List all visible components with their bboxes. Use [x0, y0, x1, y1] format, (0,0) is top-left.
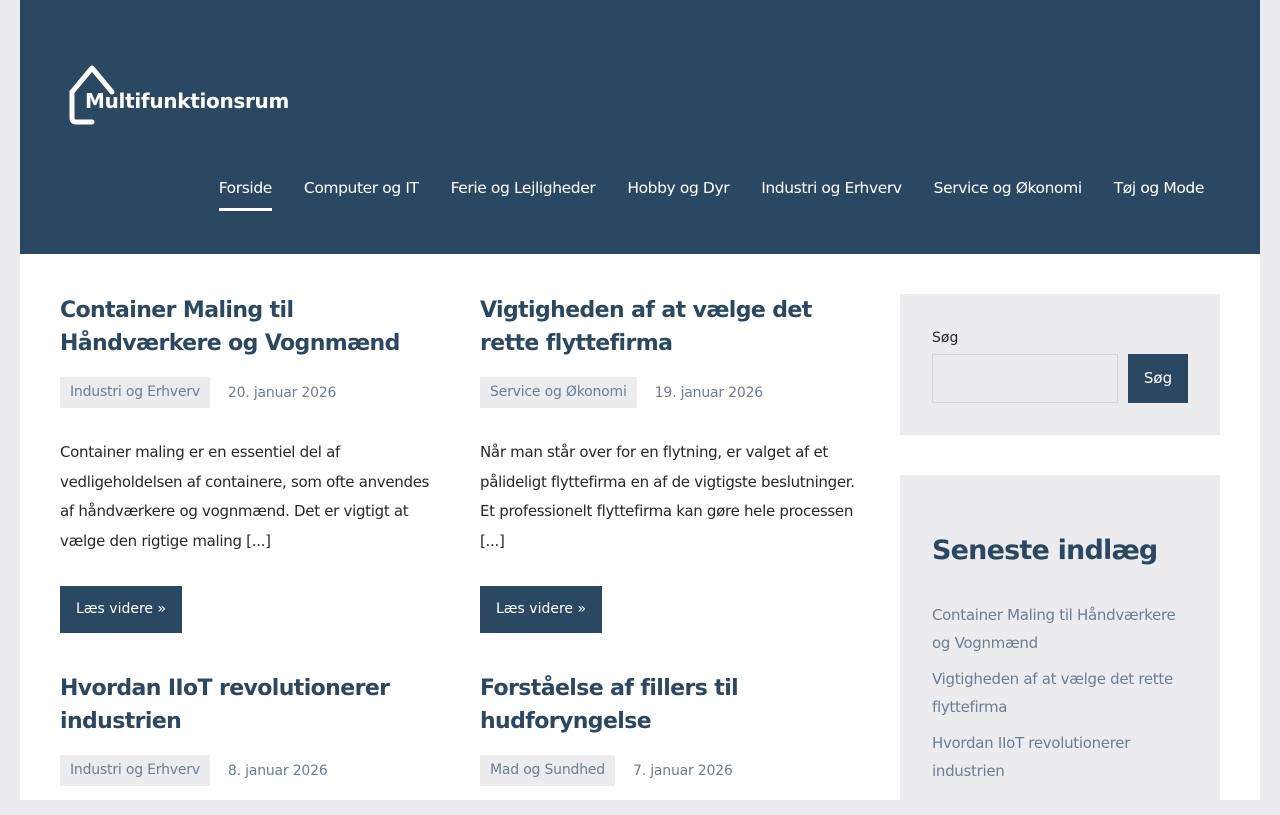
- nav-item-hobby-og-dyr[interactable]: Hobby og Dyr: [627, 176, 729, 211]
- post-date[interactable]: 8. januar 2026: [228, 763, 328, 779]
- post-card: Vigtigheden af at vælge det rette flytte…: [480, 294, 860, 634]
- site-logo[interactable]: Multifunktionsrum: [68, 64, 308, 128]
- search-label: Søg: [932, 330, 959, 346]
- search-input[interactable]: [932, 354, 1118, 403]
- main-nav: Forside Computer og IT Ferie og Lejlighe…: [218, 176, 1205, 211]
- category-tag[interactable]: Industri og Erhverv: [60, 755, 210, 786]
- category-tag[interactable]: Industri og Erhverv: [60, 377, 210, 408]
- search-button[interactable]: Søg: [1128, 354, 1188, 403]
- post-date[interactable]: 20. januar 2026: [228, 385, 337, 401]
- category-tag[interactable]: Mad og Sundhed: [480, 755, 615, 786]
- post-meta: Mad og Sundhed 7. januar 2026: [480, 755, 860, 786]
- post-date[interactable]: 7. januar 2026: [633, 763, 733, 779]
- site-header: Multifunktionsrum Forside Computer og IT…: [20, 0, 1260, 254]
- post-card: Forståelse af fillers til hudforyngelse …: [480, 672, 860, 786]
- recent-posts-widget: Seneste indlæg Container Maling til Hånd…: [900, 475, 1220, 815]
- post-meta: Industri og Erhverv 20. januar 2026: [60, 377, 440, 408]
- recent-post-link[interactable]: Container Maling til Håndværkere og Vogn…: [932, 601, 1192, 657]
- category-tag[interactable]: Service og Økonomi: [480, 377, 637, 408]
- recent-post-link[interactable]: Hvordan IIoT revolutionerer industrien: [932, 729, 1192, 785]
- nav-item-ferie-og-lejligheder[interactable]: Ferie og Lejligheder: [451, 176, 596, 211]
- nav-item-toj-og-mode[interactable]: Tøj og Mode: [1114, 176, 1205, 211]
- post-excerpt: Når man står over for en flytning, er va…: [480, 443, 855, 550]
- page: Multifunktionsrum Forside Computer og IT…: [20, 0, 1260, 815]
- post-card: Hvordan IIoT revolutionerer industrien I…: [60, 672, 440, 786]
- recent-posts-list: Container Maling til Håndværkere og Vogn…: [932, 601, 1192, 793]
- post-title[interactable]: Forståelse af fillers til hudforyngelse: [480, 672, 860, 738]
- logo-text: Multifunktionsrum: [85, 89, 290, 113]
- post-date[interactable]: 19. januar 2026: [655, 385, 764, 401]
- read-more-button[interactable]: Læs videre »: [60, 586, 183, 634]
- post-title[interactable]: Hvordan IIoT revolutionerer industrien: [60, 672, 440, 738]
- post-title[interactable]: Vigtigheden af at vælge det rette flytte…: [480, 294, 860, 360]
- nav-item-industri-og-erhverv[interactable]: Industri og Erhverv: [761, 176, 902, 211]
- nav-item-service-og-okonomi[interactable]: Service og Økonomi: [934, 176, 1082, 211]
- recent-post-link[interactable]: Vigtigheden af at vælge det rette flytte…: [932, 665, 1192, 721]
- search-widget: Søg Søg: [900, 294, 1220, 435]
- nav-item-forside[interactable]: Forside: [218, 176, 272, 211]
- post-excerpt: Container maling er en essentiel del af …: [60, 443, 430, 550]
- post-card: Container Maling til Håndværkere og Vogn…: [60, 294, 440, 634]
- post-meta: Industri og Erhverv 8. januar 2026: [60, 755, 440, 786]
- recent-posts-title: Seneste indlæg: [932, 535, 1158, 566]
- post-title[interactable]: Container Maling til Håndværkere og Vogn…: [60, 294, 440, 360]
- nav-item-computer-og-it[interactable]: Computer og IT: [304, 176, 419, 211]
- read-more-button[interactable]: Læs videre »: [480, 586, 603, 634]
- post-meta: Service og Økonomi 19. januar 2026: [480, 377, 860, 408]
